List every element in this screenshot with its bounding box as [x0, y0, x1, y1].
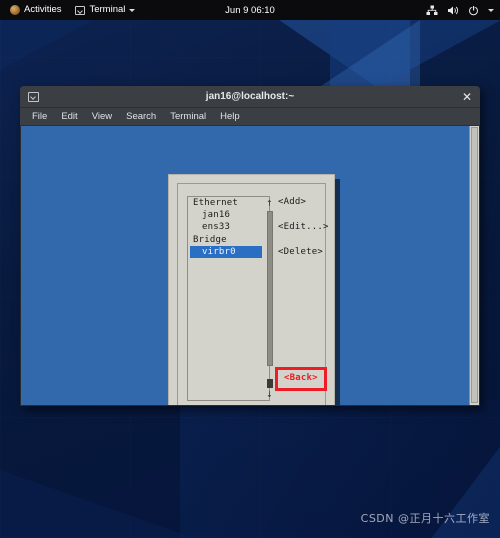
- scrollbar-thumb[interactable]: [267, 211, 273, 366]
- gnome-top-bar: Activities Terminal Jun 9 06:10: [0, 0, 500, 20]
- connection-list[interactable]: Ethernet jan16 ens33 Bridge virbr0 ↑ ↓: [187, 196, 273, 401]
- menu-item-terminal[interactable]: Terminal: [164, 108, 212, 126]
- list-item-group-ethernet: Ethernet: [193, 198, 238, 208]
- terminal-icon: [75, 5, 86, 15]
- terminal-window: jan16@localhost:~ ✕ File Edit View Searc…: [20, 86, 480, 406]
- watermark: CSDN @正月十六工作室: [360, 512, 490, 525]
- back-button[interactable]: <Back>: [284, 373, 318, 384]
- menu-item-view[interactable]: View: [86, 108, 118, 126]
- menu-item-file[interactable]: File: [26, 108, 53, 126]
- window-title: jan16@localhost:~: [205, 91, 295, 102]
- menu-bar: File Edit View Search Terminal Help: [20, 108, 480, 126]
- dialog-action-buttons: <Add> <Edit...> <Delete>: [278, 196, 336, 272]
- terminal-body[interactable]: Ethernet jan16 ens33 Bridge virbr0 ↑ ↓ <…: [20, 126, 480, 406]
- edit-button[interactable]: <Edit...>: [278, 221, 336, 233]
- list-item-ens33[interactable]: ens33: [188, 221, 269, 233]
- scrollbar-thumb-lower[interactable]: [267, 379, 273, 388]
- list-item-virbr0[interactable]: virbr0: [190, 245, 262, 258]
- activities-button[interactable]: Activities: [6, 0, 65, 20]
- add-button[interactable]: <Add>: [278, 196, 336, 208]
- scroll-up-arrow-icon[interactable]: ↑: [266, 200, 273, 208]
- close-icon[interactable]: ✕: [462, 91, 472, 103]
- delete-button[interactable]: <Delete>: [278, 246, 336, 258]
- volume-icon[interactable]: [447, 5, 459, 16]
- app-menu-label: Terminal: [89, 4, 126, 15]
- network-wired-icon[interactable]: [426, 5, 438, 16]
- nmtui-dialog: Ethernet jan16 ens33 Bridge virbr0 ↑ ↓ <…: [168, 174, 335, 405]
- power-icon[interactable]: [468, 5, 479, 16]
- app-menu-terminal[interactable]: Terminal: [71, 0, 139, 20]
- terminal-scrollbar[interactable]: [469, 126, 479, 405]
- list-item-group-bridge: Bridge: [193, 234, 227, 245]
- activities-label: Activities: [24, 4, 62, 15]
- window-titlebar[interactable]: jan16@localhost:~ ✕: [20, 86, 480, 108]
- chevron-down-icon: [129, 8, 136, 12]
- terminal-icon: [28, 91, 39, 102]
- gnome-footprint-icon: [10, 5, 20, 15]
- scroll-down-arrow-icon[interactable]: ↓: [266, 391, 273, 399]
- menu-item-search[interactable]: Search: [120, 108, 162, 126]
- menu-item-edit[interactable]: Edit: [55, 108, 83, 126]
- nmtui-dialog-frame: Ethernet jan16 ens33 Bridge virbr0 ↑ ↓ <…: [177, 183, 328, 405]
- chevron-down-icon[interactable]: [488, 8, 494, 12]
- menu-item-help[interactable]: Help: [214, 108, 246, 126]
- back-button-highlight: <Back>: [275, 367, 327, 391]
- list-item-jan16[interactable]: jan16: [188, 209, 269, 221]
- terminal-scrollbar-thumb[interactable]: [471, 127, 478, 403]
